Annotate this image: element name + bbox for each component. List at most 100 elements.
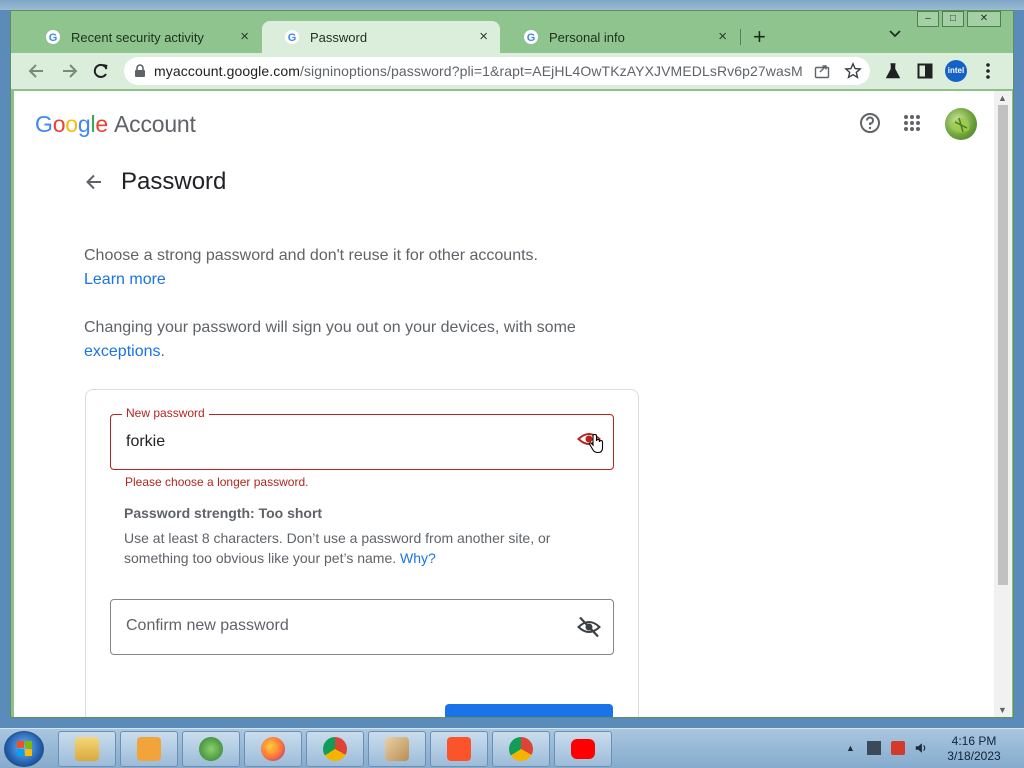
scrollbar[interactable]: ▲ ▼ [994,91,1012,717]
windows-logo-icon [17,741,32,756]
chevron-down-icon[interactable] [888,29,902,39]
confirm-password-input[interactable]: Confirm new password [126,617,289,635]
action-center-flag-icon[interactable] [891,741,905,755]
scrollbar-thumb[interactable] [998,105,1008,585]
svg-text:G: G [288,32,297,44]
url-path: /signinoptions/password?pli=1&rapt=AEjHL… [299,63,804,79]
logo-letter: o [52,111,66,137]
google-g-icon: G [285,30,299,44]
chrome-icon [323,737,347,761]
address-bar[interactable]: myaccount.google.com/signinoptions/passw… [124,57,870,85]
help-icon[interactable] [859,112,881,134]
taskbar-chrome-b[interactable] [492,731,550,767]
profile-avatar[interactable]: intel [945,60,967,82]
close-window-button[interactable]: ✕ [967,11,1001,27]
taskbar-media-player[interactable] [120,731,178,767]
new-password-field[interactable] [110,414,614,470]
chrome-icon [509,737,533,761]
intel-graphics-icon [199,737,223,761]
hand-cursor-icon [588,434,604,454]
password-error-message: Please choose a longer password. [125,475,309,489]
system-clock[interactable]: 4:16 PM 3/18/2023 [936,734,1012,764]
signout-text: Changing your password will sign you out… [84,319,576,336]
password-hint: Use at least 8 characters. Don’t use a p… [124,528,594,568]
google-account-logo[interactable]: Google Account [35,111,196,138]
taskbar: ▲ 4:16 PM 3/18/2023 [0,728,1024,768]
back-arrow-icon[interactable] [27,61,47,81]
url-host: myaccount.google.com [154,63,300,79]
show-hidden-icons-arrow-icon[interactable]: ▲ [846,743,855,753]
hide-password-eye-icon[interactable] [577,616,601,638]
google-g-icon: G [46,30,60,44]
youtube-icon [571,739,595,759]
more-options-icon[interactable] [985,61,991,81]
avatar-image-icon [951,117,970,133]
learn-more-link[interactable]: Learn more [84,271,166,288]
bookmark-star-icon[interactable] [844,62,862,80]
tab-personal-info[interactable]: G Personal info × [501,21,739,53]
account-avatar[interactable] [945,108,977,140]
folder-icon [75,737,99,761]
tab-recent-security-activity[interactable]: G Recent security activity × [23,21,261,53]
exceptions-period: . [160,343,165,360]
extension-flask-icon[interactable] [885,63,901,79]
forward-arrow-icon[interactable] [59,61,79,81]
clock-time: 4:16 PM [951,734,997,748]
brave-lion-icon [447,737,471,761]
minimize-button[interactable]: – [917,11,939,27]
change-password-button[interactable]: Change password [445,704,613,717]
start-button[interactable] [4,731,44,767]
media-player-icon [137,737,161,761]
new-password-label: New password [122,406,209,420]
new-tab-button[interactable]: + [753,26,766,48]
maximize-button[interactable]: □ [942,11,964,27]
page-viewport: Google Account Password Choose a strong … [14,91,994,717]
reload-icon[interactable] [91,61,111,81]
svg-text:G: G [527,32,536,44]
taskbar-firefox[interactable] [244,731,302,767]
close-tab-icon[interactable]: × [718,29,727,45]
volume-icon[interactable] [914,741,928,755]
browser-toolbar: myaccount.google.com/signinoptions/passw… [11,53,1013,89]
google-g-icon: G [524,30,538,44]
apps-grid-icon[interactable] [903,114,921,132]
browser-window: G Recent security activity × G Password … [10,10,1014,718]
intro-paragraph: Choose a strong password and don't reuse… [84,244,604,292]
close-tab-icon[interactable]: × [240,29,249,45]
logo-letter: o [65,111,78,137]
clock-date: 3/18/2023 [947,749,1001,763]
page-title: Password [121,168,227,195]
intro-text: Choose a strong password and don't reuse… [84,247,538,264]
back-arrow-icon[interactable] [84,172,104,192]
scroll-up-arrow-icon[interactable]: ▲ [998,93,1007,103]
exceptions-link[interactable]: exceptions [84,343,161,360]
tab-separator [740,29,741,45]
taskbar-intel-graphics[interactable] [182,731,240,767]
url-text: myaccount.google.com/signinoptions/passw… [154,63,804,79]
taskbar-youtube[interactable] [554,731,612,767]
why-link[interactable]: Why? [400,550,436,566]
share-icon[interactable] [814,63,830,79]
network-icon[interactable] [867,741,881,755]
password-strength: Password strength: Too short [124,505,323,521]
logo-letter: G [35,111,53,137]
svg-text:G: G [49,32,58,44]
taskbar-explorer[interactable] [58,731,116,767]
logo-letter: e [95,111,108,137]
logo-account-text: Account [114,111,196,137]
tab-title: Personal info [549,29,625,45]
tab-title: Recent security activity [71,29,204,45]
side-panel-icon[interactable] [917,63,933,79]
close-tab-icon[interactable]: × [479,29,488,45]
taskbar-brave[interactable] [430,731,488,767]
taskbar-chrome-intel[interactable] [306,731,364,767]
lock-icon[interactable] [134,64,146,78]
tab-strip: G Recent security activity × G Password … [11,11,1013,53]
taskbar-paint[interactable] [368,731,426,767]
password-hint-text: Use at least 8 characters. Don’t use a p… [124,530,551,566]
tab-password[interactable]: G Password × [262,21,500,53]
tab-title: Password [310,29,368,45]
new-password-input[interactable]: forkie [126,433,165,451]
scroll-down-arrow-icon[interactable]: ▼ [998,705,1007,715]
firefox-icon [261,737,285,761]
